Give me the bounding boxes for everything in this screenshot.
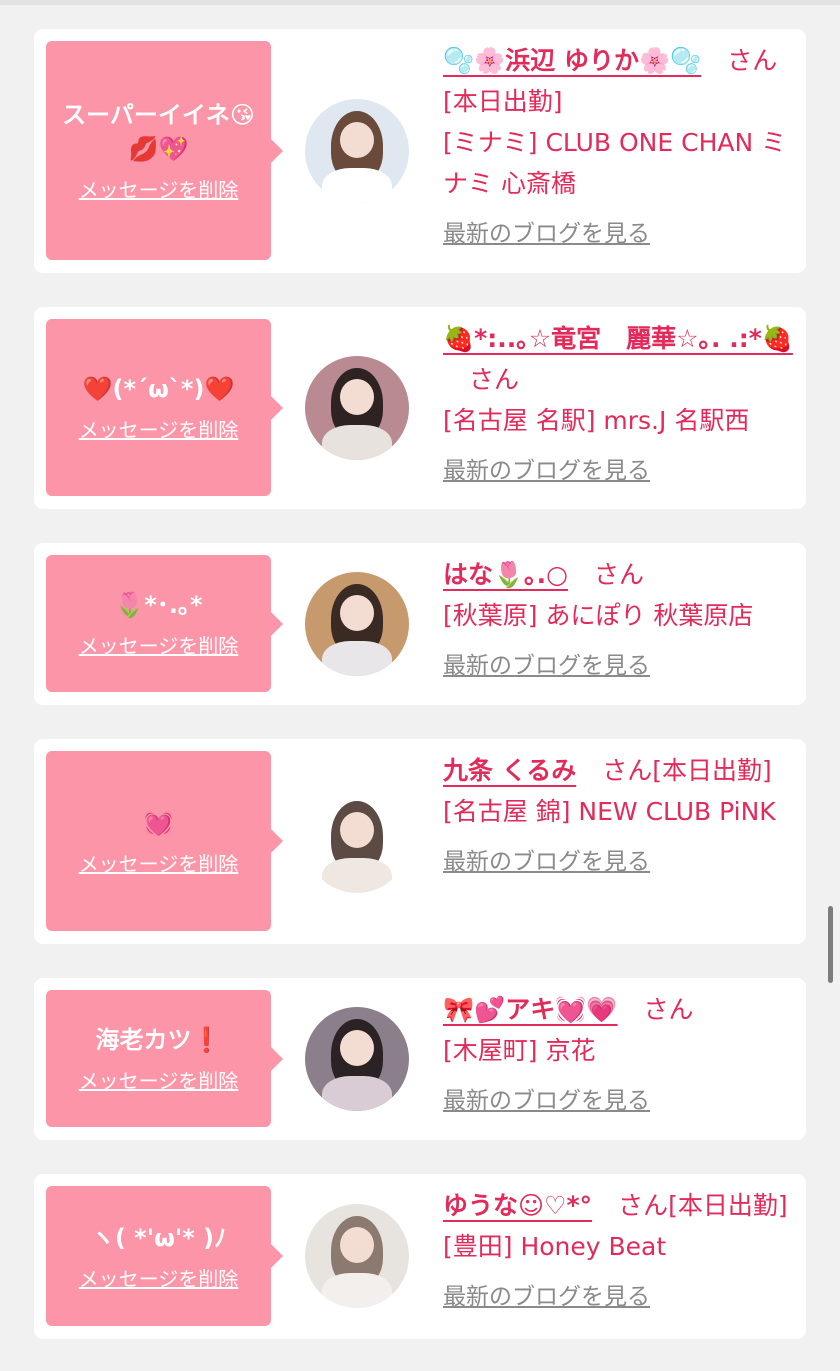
cast-name-link[interactable]: ゆうな☺︎♡*° bbox=[443, 1191, 592, 1220]
notification-card: ヽ( *'ω'* )ﾉ メッセージを削除 ゆうな☺︎♡*° さん[本日出勤] [豊… bbox=[34, 1174, 806, 1339]
cast-name-link[interactable]: 🎀💕アキ💓💗 bbox=[443, 995, 618, 1024]
status-badge: [本日出勤] bbox=[668, 1191, 788, 1220]
message-text: 🌷*･.｡* bbox=[114, 591, 203, 619]
avatar[interactable] bbox=[305, 572, 409, 676]
delete-message-link[interactable]: メッセージを削除 bbox=[79, 848, 239, 877]
cast-info: ゆうな☺︎♡*° さん[本日出勤] [豊田] Honey Beat 最新のブログを… bbox=[443, 1185, 795, 1318]
shop-name: [名古屋 錦] NEW CLUB PiNK bbox=[443, 797, 776, 826]
latest-blog-link[interactable]: 最新のブログを見る bbox=[443, 451, 650, 492]
honorific: さん bbox=[593, 560, 644, 589]
cast-info: 九条 くるみ さん[本日出勤] [名古屋 錦] NEW CLUB PiNK 最新の… bbox=[443, 750, 795, 883]
notification-card: 🌷*･.｡* メッセージを削除 はな🌷｡.○ さん [秋葉原] あにぽり 秋葉原店… bbox=[34, 543, 806, 705]
message-bubble: 🌷*･.｡* メッセージを削除 bbox=[46, 555, 283, 692]
cast-info: 🍓*:..｡☆竜宮 麗華☆｡. .:*🍓 さん [名古屋 名駅] mrs.J 名駅… bbox=[443, 318, 795, 492]
latest-blog-link[interactable]: 最新のブログを見る bbox=[443, 842, 650, 883]
message-text: ヽ( *'ω'* )ﾉ bbox=[90, 1223, 227, 1252]
scrollbar[interactable] bbox=[828, 906, 833, 983]
latest-blog-link[interactable]: 最新のブログを見る bbox=[443, 214, 650, 255]
shop-name: [豊田] Honey Beat bbox=[443, 1232, 667, 1261]
honorific: さん bbox=[618, 1191, 669, 1220]
cast-name-link[interactable]: はな🌷｡.○ bbox=[443, 560, 568, 589]
honorific: さん bbox=[602, 756, 653, 785]
message-bubble: スーパーイイネ😘 💋💖 メッセージを削除 bbox=[46, 41, 283, 260]
message-bubble: 💓 メッセージを削除 bbox=[46, 751, 283, 931]
message-text: 海老カツ❗️ bbox=[95, 1026, 222, 1054]
cast-name-link[interactable]: 🍓*:..｡☆竜宮 麗華☆｡. .:*🍓 bbox=[443, 324, 793, 353]
message-text: スーパーイイネ😘 💋💖 bbox=[62, 101, 255, 163]
avatar[interactable] bbox=[305, 1007, 409, 1111]
shop-name: [秋葉原] あにぽり 秋葉原店 bbox=[443, 601, 754, 630]
notification-card: スーパーイイネ😘 💋💖 メッセージを削除 🫧🌸浜辺 ゆりか🌸🫧 さん [本日出勤] … bbox=[34, 29, 806, 273]
message-bubble: 海老カツ❗️ メッセージを削除 bbox=[46, 990, 283, 1127]
avatar[interactable] bbox=[305, 1204, 409, 1308]
status-badge: [本日出勤] bbox=[443, 87, 563, 116]
status-badge: [本日出勤] bbox=[652, 756, 772, 785]
delete-message-link[interactable]: メッセージを削除 bbox=[79, 414, 239, 443]
latest-blog-link[interactable]: 最新のブログを見る bbox=[443, 1277, 650, 1318]
shop-name: [名古屋 名駅] mrs.J 名駅西 bbox=[443, 406, 750, 435]
cast-info: 🎀💕アキ💓💗 さん [木屋町] 京花 最新のブログを見る bbox=[443, 989, 795, 1122]
delete-message-link[interactable]: メッセージを削除 bbox=[79, 174, 239, 203]
message-bubble: ❤️(*´ω`*)❤️ メッセージを削除 bbox=[46, 319, 283, 496]
message-text: 💓 bbox=[143, 808, 174, 837]
shop-name: [木屋町] 京花 bbox=[443, 1036, 596, 1065]
cast-info: 🫧🌸浜辺 ゆりか🌸🫧 さん [本日出勤] [ミナミ] CLUB ONE CHAN ミ… bbox=[443, 40, 795, 255]
shop-name: [ミナミ] CLUB ONE CHAN ミナミ 心斎橋 bbox=[443, 128, 787, 198]
top-edge bbox=[0, 0, 840, 5]
delete-message-link[interactable]: メッセージを削除 bbox=[79, 1263, 239, 1292]
honorific: さん bbox=[469, 365, 520, 394]
cast-name-link[interactable]: 🫧🌸浜辺 ゆりか🌸🫧 bbox=[443, 46, 701, 75]
message-bubble: ヽ( *'ω'* )ﾉ メッセージを削除 bbox=[46, 1186, 283, 1326]
delete-message-link[interactable]: メッセージを削除 bbox=[79, 1065, 239, 1094]
cast-name-link[interactable]: 九条 くるみ bbox=[443, 756, 576, 785]
notification-card: ❤️(*´ω`*)❤️ メッセージを削除 🍓*:..｡☆竜宮 麗華☆｡. .:*… bbox=[34, 307, 806, 509]
honorific: さん bbox=[727, 46, 778, 75]
message-text: ❤️(*´ω`*)❤️ bbox=[82, 375, 235, 403]
avatar[interactable] bbox=[305, 99, 409, 203]
delete-message-link[interactable]: メッセージを削除 bbox=[79, 630, 239, 659]
avatar[interactable] bbox=[305, 789, 409, 893]
cast-info: はな🌷｡.○ さん [秋葉原] あにぽり 秋葉原店 最新のブログを見る bbox=[443, 554, 795, 687]
notification-card: 海老カツ❗️ メッセージを削除 🎀💕アキ💓💗 さん [木屋町] 京花 最新のブログ… bbox=[34, 978, 806, 1140]
latest-blog-link[interactable]: 最新のブログを見る bbox=[443, 1081, 650, 1122]
latest-blog-link[interactable]: 最新のブログを見る bbox=[443, 646, 650, 687]
honorific: さん bbox=[643, 995, 694, 1024]
avatar[interactable] bbox=[305, 356, 409, 460]
notification-card: 💓 メッセージを削除 九条 くるみ さん[本日出勤] [名古屋 錦] NEW CL… bbox=[34, 739, 806, 944]
